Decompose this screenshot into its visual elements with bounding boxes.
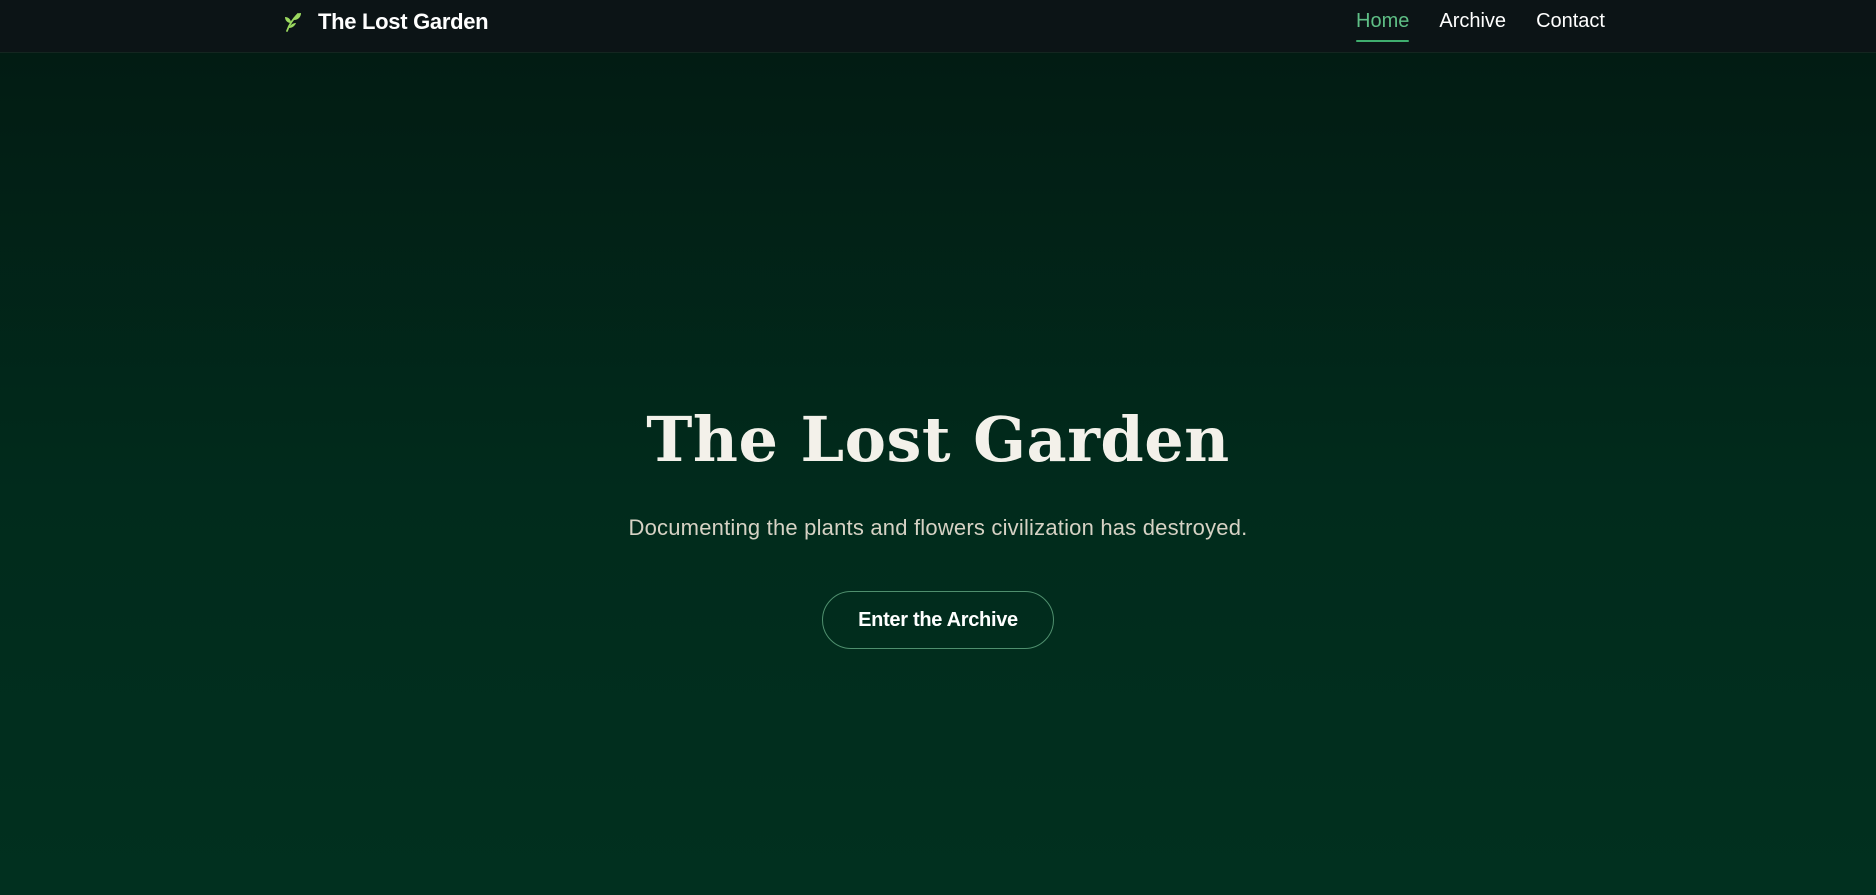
hero-title: The Lost Garden	[646, 403, 1230, 476]
sprout-icon	[282, 11, 304, 33]
brand-title: The Lost Garden	[318, 9, 489, 34]
nav-item-home[interactable]: Home	[1356, 10, 1410, 42]
enter-archive-button[interactable]: Enter the Archive	[822, 590, 1054, 649]
main-nav: Home Archive Contact	[1356, 0, 1605, 44]
hero-section: The Lost Garden Documenting the plants a…	[0, 400, 1876, 649]
site-header: The Lost Garden Home Archive Contact	[0, 0, 1876, 53]
nav-item-contact[interactable]: Contact	[1536, 10, 1605, 35]
brand[interactable]: The Lost Garden	[282, 0, 489, 44]
hero-subtitle: Documenting the plants and flowers civil…	[628, 514, 1248, 540]
nav-item-archive[interactable]: Archive	[1439, 10, 1506, 35]
